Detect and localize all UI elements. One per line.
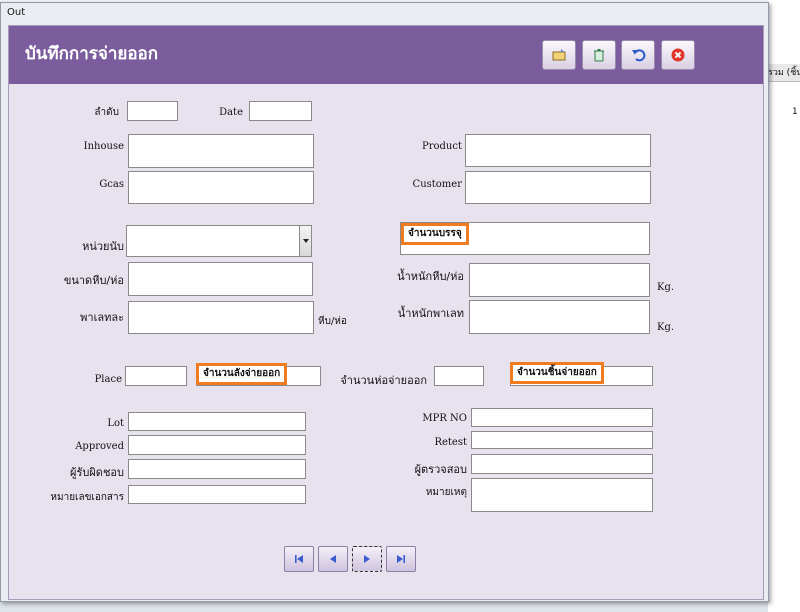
last-record-button[interactable] (386, 546, 416, 572)
dispatch-form: บันทึกการจ่ายออก ลำดับ Date Inhouse Prod… (8, 25, 764, 600)
gcas-input[interactable] (128, 171, 314, 204)
pallet-unit: หีบ/ห่อ (318, 316, 347, 327)
note-label: หมายเหตุ (425, 487, 467, 498)
undo-button[interactable] (621, 40, 655, 70)
customer-input[interactable] (465, 171, 651, 204)
background-spreadsheet: รวม (ชิ้น) 1 (768, 0, 800, 612)
delete-button[interactable] (582, 40, 616, 70)
box-size-label: ขนาดหีบ/ห่อ (63, 274, 124, 287)
seq-label: ลำดับ (94, 107, 119, 118)
box-weight-input[interactable] (469, 263, 650, 297)
new-record-button[interactable] (542, 40, 576, 70)
background-cell: 1 (792, 107, 798, 117)
unit-label: หน่วยนับ (82, 240, 124, 253)
product-label: Product (422, 141, 462, 152)
undo-icon (632, 49, 646, 62)
unit-combobox[interactable] (126, 225, 312, 257)
last-record-icon (397, 555, 405, 563)
date-input[interactable] (249, 101, 312, 121)
inhouse-label: Inhouse (83, 141, 124, 152)
pallet-weight-input[interactable] (469, 300, 650, 334)
chevron-down-icon[interactable] (299, 226, 311, 256)
piece-out-label: จำนวนชิ้นจ่ายออก (510, 362, 604, 384)
box-size-input[interactable] (128, 262, 313, 296)
pack-qty-label: จำนวนบรรจุ (401, 223, 469, 245)
doc-no-label: หมายเลขเอกสาร (50, 492, 124, 503)
doc-no-input[interactable] (128, 485, 306, 504)
next-record-icon (364, 555, 370, 563)
retest-label: Retest (434, 437, 467, 448)
window-title: Out (7, 7, 26, 18)
inspector-label: ผู้ตรวจสอบ (414, 463, 467, 476)
pallet-weight-label: น้ำหนักพาเลท (397, 307, 464, 320)
date-label: Date (219, 107, 243, 118)
product-input[interactable] (465, 134, 651, 167)
responsible-label: ผู้รับผิดชอบ (70, 466, 124, 479)
first-record-icon (295, 555, 303, 563)
approved-input[interactable] (128, 435, 306, 455)
pack-out-label: จำนวนห่อจ่ายออก (340, 374, 427, 387)
close-button[interactable] (661, 40, 695, 70)
pack-out-input[interactable] (434, 366, 484, 386)
background-column-header: รวม (ชิ้น) (768, 64, 800, 82)
pallet-input[interactable] (128, 301, 314, 334)
mpr-no-label: MPR NO (422, 413, 467, 424)
box-weight-unit: Kg. (657, 282, 675, 293)
previous-record-icon (330, 555, 336, 563)
first-record-button[interactable] (284, 546, 314, 572)
next-record-button[interactable] (352, 546, 382, 572)
seq-input[interactable] (127, 101, 178, 121)
place-label: Place (94, 374, 122, 385)
gcas-label: Gcas (99, 179, 124, 190)
place-input[interactable] (125, 366, 187, 386)
inspector-input[interactable] (471, 454, 653, 474)
form-title: บันทึกการจ่ายออก (25, 44, 159, 64)
trash-icon (594, 49, 604, 62)
form-header: บันทึกการจ่ายออก (9, 26, 763, 84)
approved-label: Approved (75, 441, 124, 452)
mpr-no-input[interactable] (471, 408, 653, 427)
box-weight-label: น้ำหนักหีบ/ห่อ (397, 270, 464, 283)
lot-label: Lot (107, 418, 124, 429)
previous-record-button[interactable] (318, 546, 348, 572)
pallet-weight-unit: Kg. (657, 322, 675, 333)
inhouse-input[interactable] (128, 134, 314, 168)
close-icon (671, 48, 685, 62)
retest-input[interactable] (471, 431, 653, 449)
customer-label: Customer (412, 179, 462, 190)
note-input[interactable] (471, 478, 653, 512)
case-out-label: จำนวนลังจ่ายออก (196, 363, 288, 385)
out-window: Out บันทึกการจ่ายออก ลำดับ Date Inhouse … (0, 2, 769, 602)
lot-input[interactable] (128, 412, 306, 431)
responsible-input[interactable] (128, 459, 306, 479)
new-record-icon (552, 49, 566, 61)
pallet-label: พาเลทละ (80, 311, 124, 324)
